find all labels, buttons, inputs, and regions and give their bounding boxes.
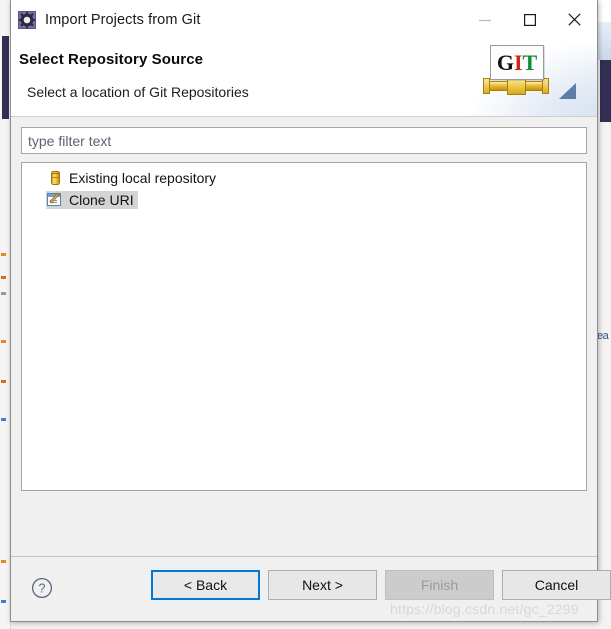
- backdrop-left-marker: [1, 292, 6, 295]
- git-pipe-cap-right: [542, 78, 549, 94]
- repository-source-tree[interactable]: Existing local repository Clone URI: [21, 162, 587, 491]
- dialog-titlebar[interactable]: Import Projects from Git: [11, 0, 597, 39]
- page-subtitle: Select a location of Git Repositories: [27, 84, 249, 100]
- import-projects-dialog: Import Projects from Git Select Reposito…: [10, 0, 611, 622]
- wizard-header: Select Repository Source Select a locati…: [11, 39, 597, 117]
- backdrop-left-marker: [1, 380, 6, 383]
- backdrop-right-accent-bar: [600, 60, 611, 122]
- next-button[interactable]: Next >: [268, 570, 377, 600]
- backdrop-left-marker: [1, 340, 6, 343]
- backdrop-left-marker: [1, 253, 6, 256]
- filter-input[interactable]: [21, 127, 587, 154]
- back-button[interactable]: < Back: [151, 570, 260, 600]
- tree-item-clone-uri[interactable]: Clone URI: [24, 189, 584, 211]
- clone-uri-form-pencil-icon: [47, 192, 63, 208]
- repository-cylinder-icon: [47, 170, 63, 186]
- page-title: Select Repository Source: [19, 51, 204, 68]
- cancel-button[interactable]: Cancel: [502, 570, 611, 600]
- help-question-icon[interactable]: ?: [31, 577, 53, 599]
- eclipse-gear-icon: [18, 10, 36, 29]
- maximize-icon[interactable]: [507, 0, 552, 39]
- dialog-body: Existing local repository Clone URI: [11, 117, 597, 557]
- close-icon[interactable]: [552, 0, 597, 39]
- backdrop-left-accent-bar: [2, 36, 9, 119]
- backdrop-left-marker: [1, 560, 6, 563]
- git-letter-g: G: [496, 49, 514, 75]
- git-logo-icon: GIT: [490, 45, 544, 80]
- backdrop-right-banner: [596, 22, 611, 60]
- tree-item-label: Clone URI: [69, 192, 134, 208]
- backdrop-left-marker: [1, 418, 6, 421]
- git-pipe-cap-left: [483, 78, 490, 94]
- backdrop-left-marker: [1, 276, 6, 279]
- dialog-title: Import Projects from Git: [45, 11, 201, 28]
- backdrop-right-text: ea: [597, 330, 609, 342]
- git-banner-art: GIT: [467, 39, 597, 116]
- svg-text:?: ?: [39, 582, 46, 596]
- dialog-footer: ? < Back Next > Finish Cancel: [11, 557, 611, 620]
- git-letter-t: T: [522, 49, 538, 75]
- backdrop-left-marker: [1, 600, 6, 603]
- minimize-icon[interactable]: [462, 0, 507, 39]
- dialog-button-row: < Back Next > Finish Cancel: [151, 570, 611, 600]
- banner-triangle-icon: [559, 83, 576, 99]
- tree-item-label: Existing local repository: [69, 170, 217, 186]
- git-letter-i: I: [513, 49, 523, 75]
- window-controls: [462, 0, 597, 39]
- tree-item-existing-local-repository[interactable]: Existing local repository: [24, 167, 584, 189]
- finish-button: Finish: [385, 570, 494, 600]
